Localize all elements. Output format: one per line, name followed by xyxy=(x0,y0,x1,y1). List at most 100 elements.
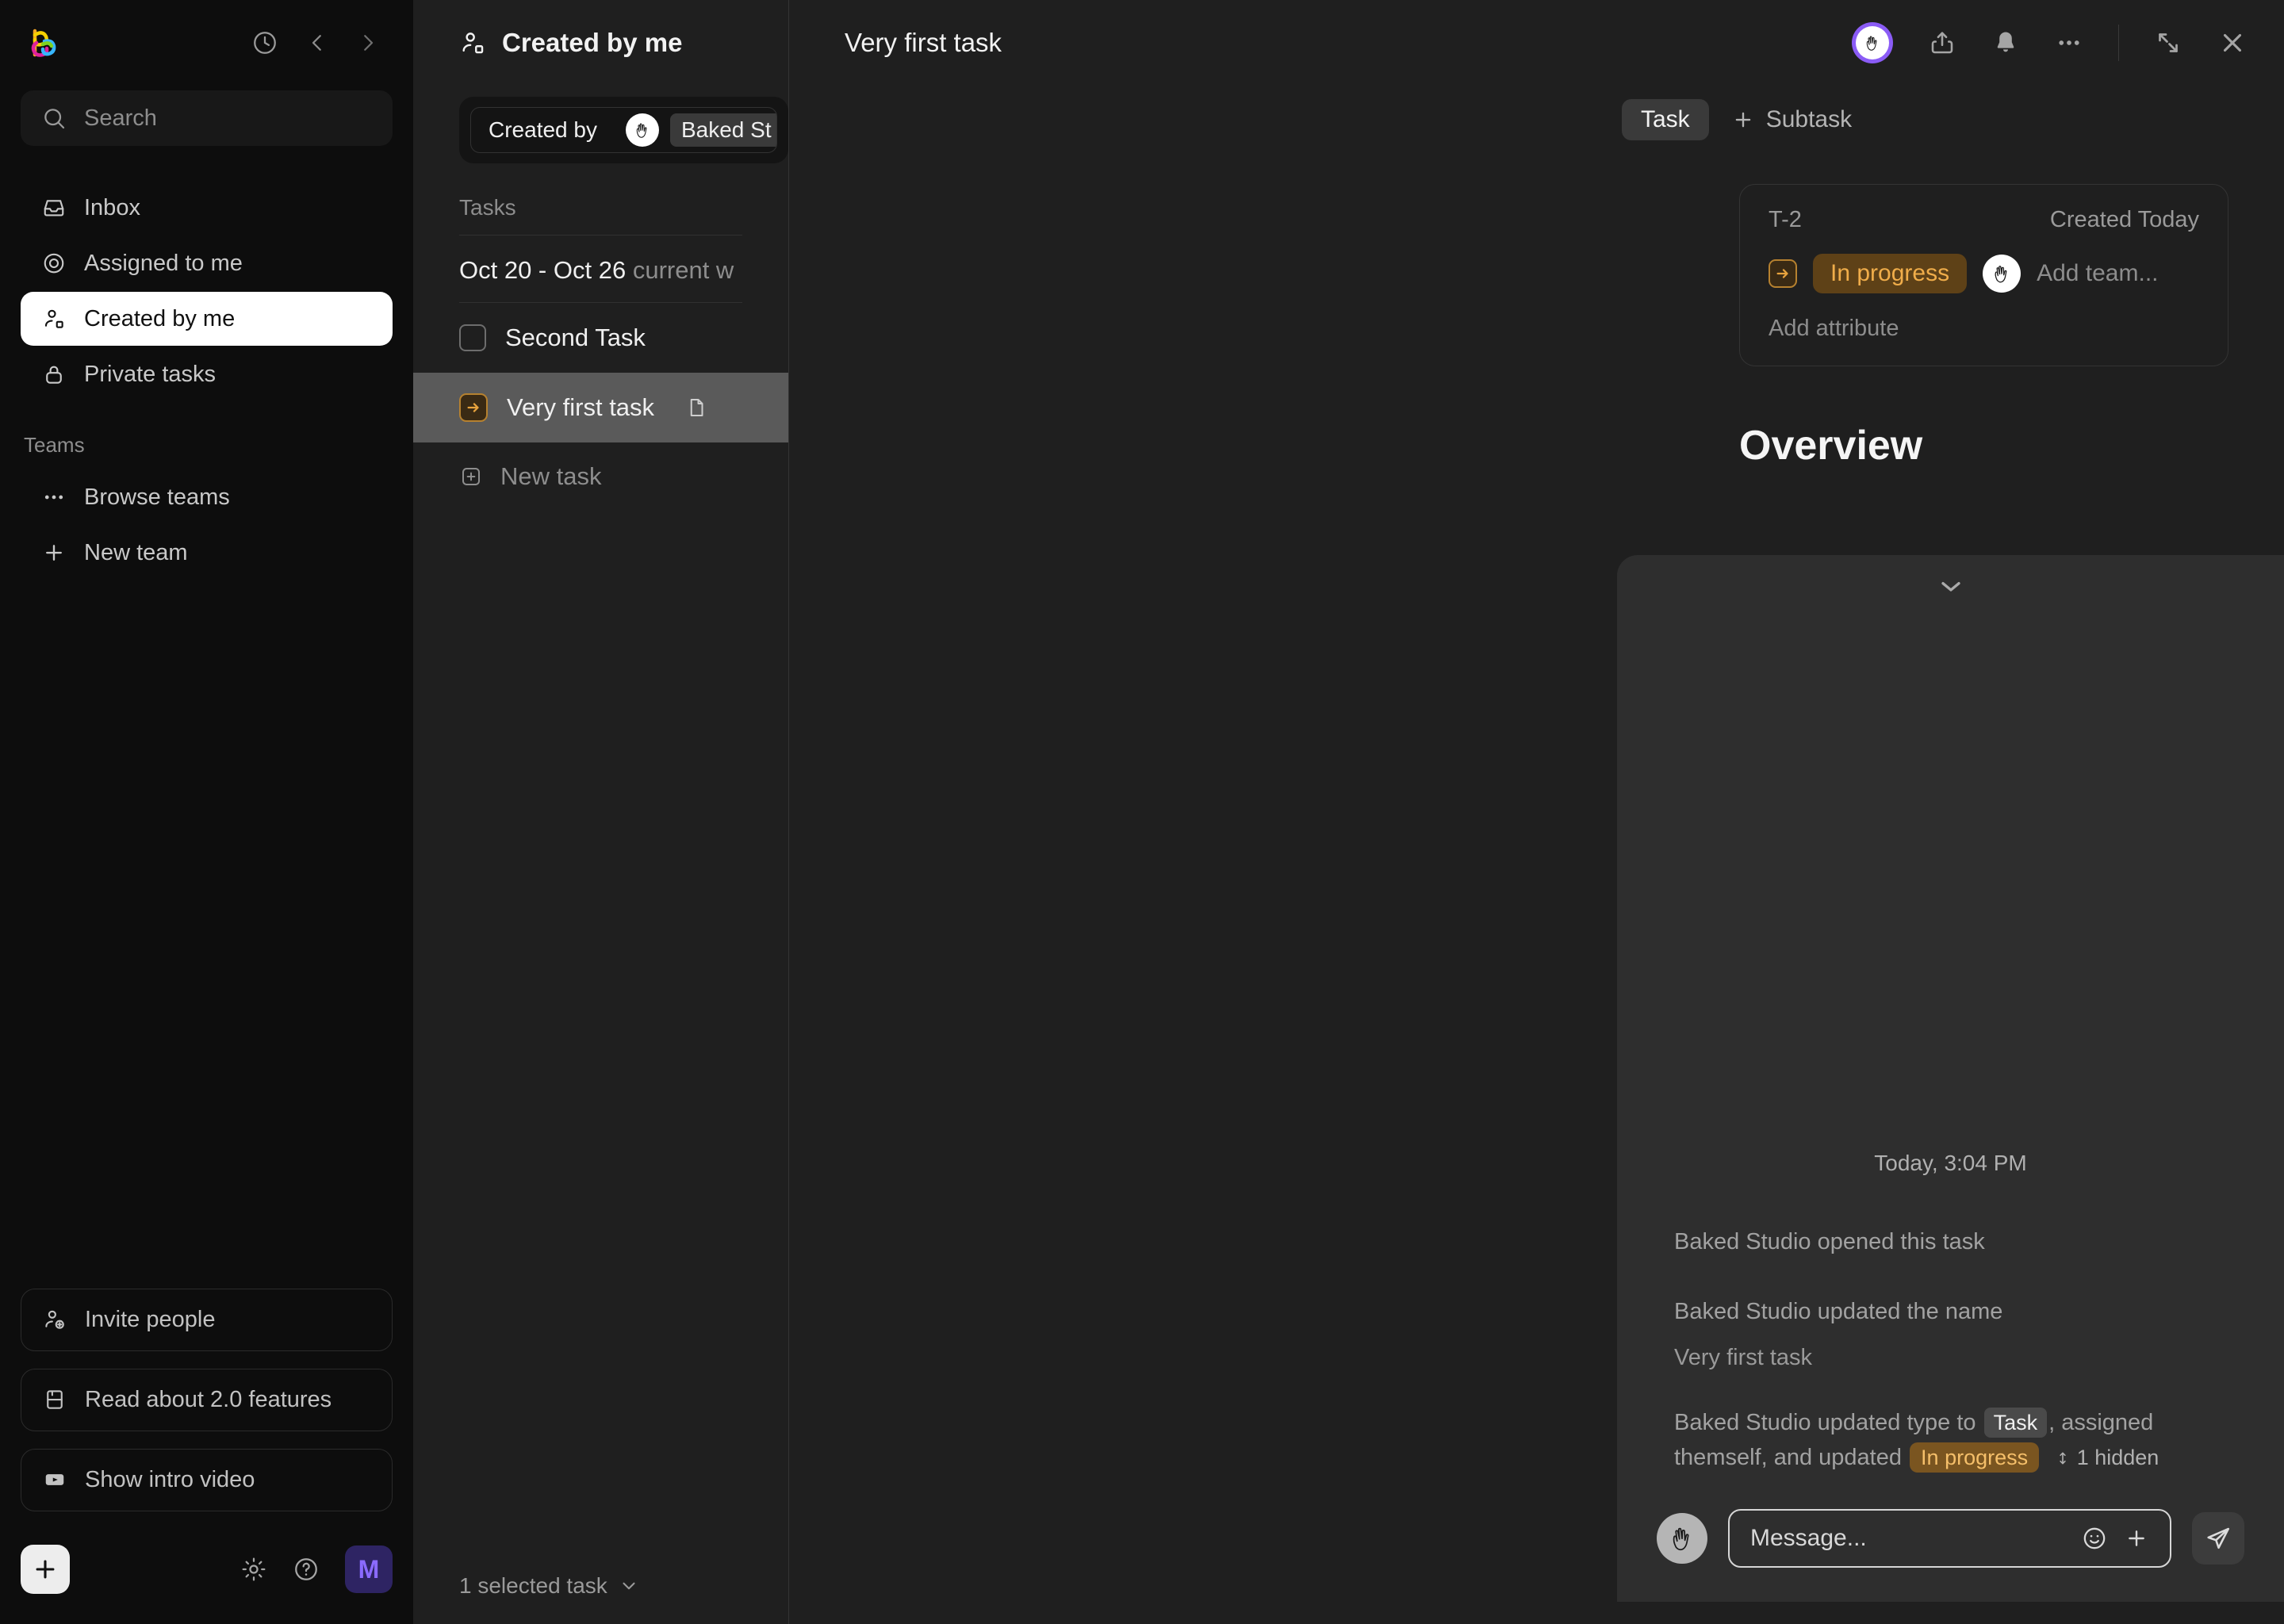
filter-bar: Created by Baked St xyxy=(459,97,788,163)
share-icon[interactable] xyxy=(1928,29,1956,57)
collapse-conversation-button[interactable] xyxy=(1617,555,2284,617)
plus-square-icon xyxy=(459,465,483,488)
sidebar-item-private-tasks[interactable]: Private tasks xyxy=(21,347,393,401)
avatar-hand-icon xyxy=(1856,26,1889,59)
bell-icon[interactable] xyxy=(1991,29,2020,57)
target-icon xyxy=(41,251,67,276)
plus-icon xyxy=(41,540,67,565)
sidebar-nav: Inbox Assigned to me Created by me Priva… xyxy=(21,181,393,401)
tab-task[interactable]: Task xyxy=(1622,99,1709,140)
close-icon[interactable] xyxy=(2217,28,2248,58)
sidebar-item-inbox[interactable]: Inbox xyxy=(21,181,393,235)
week-range: Oct 20 - Oct 26 xyxy=(459,256,627,284)
task-checkbox[interactable] xyxy=(459,324,486,351)
more-horizontal-icon[interactable] xyxy=(2055,29,2083,57)
read-about-features-button[interactable]: Read about 2.0 features xyxy=(21,1368,393,1431)
attach-plus-icon[interactable] xyxy=(2124,1526,2149,1551)
assignee-avatar[interactable] xyxy=(1983,255,2021,293)
detail-header-actions xyxy=(1852,22,2248,63)
sidebar-teams-nav: Browse teams New team xyxy=(21,470,393,580)
list-panel-header: Created by me xyxy=(413,0,788,86)
detail-tabs: Task Subtask xyxy=(789,86,2284,154)
activity-event: Baked Studio updated the name xyxy=(1674,1298,2003,1324)
week-group-header[interactable]: Oct 20 - Oct 26 current w xyxy=(413,236,788,302)
invite-people-label: Invite people xyxy=(85,1306,216,1332)
create-new-button[interactable] xyxy=(21,1545,70,1594)
lock-icon xyxy=(41,362,67,387)
filter-chip-user: Baked St xyxy=(669,113,776,147)
show-intro-video-button[interactable]: Show intro video xyxy=(21,1448,393,1511)
teams-section-label: Teams xyxy=(24,433,85,457)
sidebar: Search Inbox Assigned to me Created by m… xyxy=(0,0,413,1624)
header-divider xyxy=(2118,25,2119,61)
sidebar-item-browse-teams[interactable]: Browse teams xyxy=(21,470,393,524)
feed-timestamp: Today, 3:04 PM xyxy=(1874,1151,2027,1175)
add-team-button[interactable]: Add team... xyxy=(2037,260,2158,287)
app-root: Search Inbox Assigned to me Created by m… xyxy=(0,0,2284,1624)
sidebar-item-new-team[interactable]: New team xyxy=(21,526,393,580)
in-progress-icon[interactable] xyxy=(1769,259,1797,288)
show-intro-video-label: Show intro video xyxy=(85,1466,255,1492)
task-row[interactable]: Very first task xyxy=(413,373,788,442)
conversation-body: Today, 3:04 PM Baked Studio opened this … xyxy=(1617,617,2284,1492)
send-icon xyxy=(2204,1524,2232,1553)
selected-task-count[interactable]: 1 selected task xyxy=(413,1548,788,1624)
video-icon xyxy=(42,1468,67,1492)
filter-chip-value[interactable]: Baked St xyxy=(615,113,776,147)
attributes-status-row: In progress Add team... xyxy=(1769,254,2199,293)
message-composer: Message... xyxy=(1617,1492,2284,1602)
chevron-left-icon[interactable] xyxy=(305,31,329,55)
sidebar-nav-controls xyxy=(251,29,389,56)
user-square-icon xyxy=(459,29,486,56)
document-icon[interactable] xyxy=(684,396,708,419)
task-row[interactable]: Second Task xyxy=(413,303,788,373)
assignee-avatar[interactable] xyxy=(1852,22,1893,63)
search-icon xyxy=(41,105,67,131)
activity-event: Baked Studio opened this task xyxy=(1674,1229,1985,1254)
sidebar-bottom-actions: M xyxy=(240,1545,393,1593)
sidebar-top-bar xyxy=(21,0,393,86)
sidebar-item-created-by-me[interactable]: Created by me xyxy=(21,292,393,346)
in-progress-icon[interactable] xyxy=(459,393,488,422)
app-logo-icon[interactable] xyxy=(24,24,62,62)
hidden-events-toggle[interactable]: 1 hidden xyxy=(2055,1446,2159,1469)
gear-icon[interactable] xyxy=(240,1556,267,1583)
add-subtask-button[interactable]: Subtask xyxy=(1723,102,1860,138)
task-attributes-card: T-2 Created Today In progress Add team..… xyxy=(1739,184,2228,366)
status-badge: In progress xyxy=(1910,1442,2040,1473)
chevron-right-icon[interactable] xyxy=(356,31,380,55)
message-input[interactable]: Message... xyxy=(1728,1509,2171,1568)
activity-prefix: Baked Studio updated type to xyxy=(1674,1410,1976,1435)
expand-icon[interactable] xyxy=(2154,29,2182,57)
tasks-section-label: Tasks xyxy=(459,195,516,220)
sidebar-item-assigned-to-me[interactable]: Assigned to me xyxy=(21,236,393,290)
attributes-top-line: T-2 Created Today xyxy=(1769,207,2199,233)
history-icon[interactable] xyxy=(251,29,278,56)
new-task-button[interactable]: New task xyxy=(413,442,788,511)
task-name: Very first task xyxy=(507,393,655,421)
filter-chip-created-by[interactable]: Created by Baked St xyxy=(470,107,777,153)
task-name: Second Task xyxy=(505,324,646,351)
avatar-hand-icon xyxy=(1657,1513,1707,1564)
hidden-count-label: 1 hidden xyxy=(2076,1445,2159,1469)
status-badge[interactable]: In progress xyxy=(1813,254,1968,293)
book-icon xyxy=(42,1388,67,1411)
read-about-features-label: Read about 2.0 features xyxy=(85,1386,332,1412)
task-id: T-2 xyxy=(1769,207,1802,232)
help-circle-icon[interactable] xyxy=(293,1556,320,1583)
overview-heading: Overview xyxy=(1739,423,1923,469)
task-list-panel: Created by me Created by Baked St Tasks xyxy=(413,0,789,1624)
send-message-button[interactable] xyxy=(2192,1512,2244,1565)
search-input[interactable]: Search xyxy=(21,90,393,146)
new-task-label: New task xyxy=(500,462,602,490)
activity-event-detail: Very first task xyxy=(1674,1345,1813,1370)
activity-feed: Today, 3:04 PM Baked Studio opened this … xyxy=(1617,1151,2284,1475)
sidebar-item-label: Assigned to me xyxy=(84,250,243,276)
user-avatar[interactable]: M xyxy=(345,1545,393,1593)
page-title: Created by me xyxy=(502,28,683,57)
add-attribute-button[interactable]: Add attribute xyxy=(1769,316,2199,342)
emoji-icon[interactable] xyxy=(2081,1525,2108,1552)
invite-people-button[interactable]: Invite people xyxy=(21,1288,393,1351)
chevron-down-icon xyxy=(1935,570,1967,602)
